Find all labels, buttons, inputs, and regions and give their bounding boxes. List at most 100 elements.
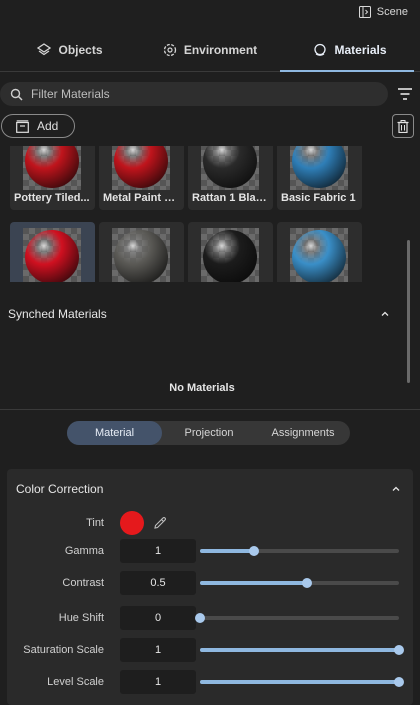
tint-row: Tint (7, 510, 413, 536)
material-thumbnail (290, 228, 348, 282)
segment-material[interactable]: Material (67, 421, 162, 445)
top-bar: Scene (0, 0, 420, 28)
tab-materials[interactable]: Materials (280, 28, 420, 72)
add-label: Add (37, 119, 59, 133)
filter-icon (398, 88, 412, 100)
scene-toggle-button[interactable]: Scene (358, 6, 408, 18)
property-row: Gamma 1 (7, 538, 413, 564)
slider-handle[interactable] (302, 578, 313, 588)
search-box (0, 82, 388, 106)
slider-handle[interactable] (394, 677, 404, 687)
synched-materials-title: Synched Materials (8, 307, 107, 321)
material-sphere-preview (292, 146, 346, 188)
material-card[interactable]: Basic Carpain... (10, 222, 95, 282)
material-thumbnail (112, 146, 170, 190)
material-name: Basic Fabric 1 (281, 192, 356, 204)
material-card[interactable]: Pottery Tiled... (10, 146, 95, 210)
slider-fill (200, 549, 254, 553)
add-box-icon (16, 119, 29, 133)
slider-handle[interactable] (195, 613, 205, 623)
materials-grid: Pottery Tiled... Metal Paint C... Rattan 1… (10, 146, 362, 282)
add-material-button[interactable]: Add (1, 114, 76, 138)
tab-materials-label: Materials (334, 42, 387, 57)
materials-grid-viewport[interactable]: Pottery Tiled... Metal Paint C... Rattan 1… (0, 146, 404, 282)
trash-icon (397, 119, 409, 133)
material-card[interactable]: My blue plas... (277, 222, 362, 282)
material-thumbnail (23, 228, 81, 282)
material-sphere-preview (203, 146, 257, 188)
color-correction-panel: Color Correction Tint Gamma 1 Contrast 0.5 H… (7, 469, 413, 705)
property-value-field[interactable]: 1 (120, 539, 196, 563)
property-row: Contrast 0.5 (7, 570, 413, 596)
property-slider[interactable] (200, 578, 399, 588)
material-card[interactable]: Basic Plastic ... (188, 222, 273, 282)
property-segment-control: Material Projection Assignments (67, 421, 350, 445)
material-sphere-preview (203, 230, 257, 282)
no-materials-text: No Materials (169, 382, 235, 394)
material-sphere-preview (25, 230, 79, 282)
segment-assignments[interactable]: Assignments (256, 421, 350, 445)
material-sphere-preview (292, 230, 346, 282)
color-correction-title: Color Correction (16, 482, 104, 496)
property-value-field[interactable]: 0.5 (120, 571, 196, 595)
property-slider[interactable] (200, 677, 404, 687)
material-card[interactable]: Basic Concre... (99, 222, 184, 282)
material-thumbnail (201, 228, 259, 282)
eyedropper-icon[interactable] (153, 516, 167, 530)
property-slider[interactable] (200, 546, 399, 556)
property-slider[interactable] (195, 613, 399, 623)
scene-label: Scene (376, 6, 408, 18)
material-thumbnail (290, 146, 348, 190)
material-icon (314, 43, 327, 56)
material-sphere-preview (114, 146, 168, 188)
material-thumbnail (23, 146, 81, 190)
tint-color-swatch[interactable] (120, 511, 144, 535)
delete-button[interactable] (392, 114, 414, 138)
slider-fill (200, 581, 308, 585)
layers-icon (37, 42, 52, 55)
material-thumbnail (112, 228, 170, 282)
environment-icon (163, 43, 176, 56)
chevron-up-icon (381, 311, 389, 316)
main-tabs: Objects Environment Materials (0, 28, 420, 72)
scrollbar[interactable] (407, 240, 410, 383)
property-value-field[interactable]: 0 (120, 606, 196, 630)
segment-projection[interactable]: Projection (162, 421, 256, 445)
tint-label: Tint (86, 517, 104, 529)
material-card[interactable]: Basic Fabric 1 (277, 146, 362, 210)
property-slider[interactable] (200, 645, 404, 655)
filter-materials-input[interactable] (31, 87, 361, 101)
property-value-field[interactable]: 1 (120, 670, 196, 694)
property-row: Level Scale 1 (7, 669, 413, 695)
material-name: Pottery Tiled... (14, 192, 90, 204)
search-row (0, 72, 420, 106)
slider-fill (200, 680, 399, 684)
material-name: Metal Paint C... (103, 192, 181, 204)
material-name: Rattan 1 Blac... (192, 192, 270, 204)
property-row: Saturation Scale 1 (7, 637, 413, 663)
tab-objects[interactable]: Objects (0, 28, 140, 71)
material-card[interactable]: Rattan 1 Blac... (188, 146, 273, 210)
material-thumbnail (201, 146, 259, 190)
tab-objects-label: Objects (58, 42, 103, 57)
divider (0, 409, 420, 410)
chevron-up-icon (392, 486, 400, 491)
slider-fill (200, 648, 399, 652)
synched-materials-header[interactable]: Synched Materials (0, 298, 404, 330)
property-value-field[interactable]: 1 (120, 638, 196, 662)
tab-environment-label: Environment (183, 42, 258, 57)
synched-materials-section: Synched Materials No Materials (0, 298, 404, 394)
material-card[interactable]: Metal Paint C... (99, 146, 184, 210)
property-label: Hue Shift (58, 612, 104, 624)
property-label: Contrast (62, 577, 104, 589)
slider-handle[interactable] (394, 645, 404, 655)
slider-handle[interactable] (248, 546, 259, 556)
property-label: Saturation Scale (23, 644, 104, 656)
material-sphere-preview (25, 146, 79, 188)
property-label: Level Scale (47, 676, 104, 688)
panel-toggle-icon (358, 6, 371, 18)
property-row: Hue Shift 0 (7, 605, 413, 631)
filter-button[interactable] (396, 85, 414, 103)
tab-environment[interactable]: Environment (140, 28, 280, 71)
color-correction-header[interactable]: Color Correction (7, 469, 413, 509)
